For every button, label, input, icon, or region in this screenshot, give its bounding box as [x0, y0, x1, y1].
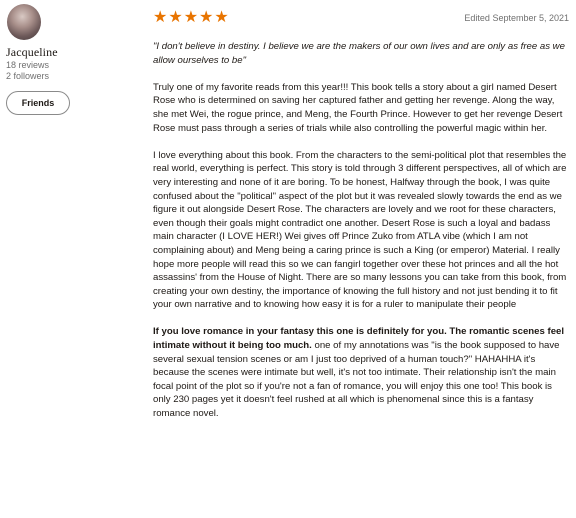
review-header: ★ ★ ★ ★ ★ Edited September 5, 2021: [153, 10, 569, 26]
star-icon: ★: [199, 9, 214, 26]
review-count: 18 reviews: [6, 60, 50, 70]
review-paragraph: Truly one of my favorite reads from this…: [153, 81, 563, 134]
star-icon: ★: [168, 9, 183, 26]
review-paragraph: I love everything about this book. From …: [153, 149, 567, 311]
friends-button[interactable]: Friends: [6, 91, 70, 115]
review-quote: "I don't believe in destiny. I believe w…: [153, 41, 565, 66]
review-paragraph-text: one of my annotations was "is the book s…: [153, 340, 560, 420]
avatar[interactable]: [7, 4, 41, 40]
star-rating: ★ ★ ★ ★ ★: [153, 10, 229, 26]
review-body: "I don't believe in destiny. I believe w…: [153, 40, 569, 421]
star-icon: ★: [214, 9, 229, 26]
reviewer-name[interactable]: Jacqueline: [6, 45, 136, 60]
star-icon: ★: [153, 9, 168, 26]
review-card: ★ ★ ★ ★ ★ Edited September 5, 2021 "I do…: [153, 10, 569, 434]
reviewer-sidebar: Jacqueline 18 reviews 2 followers Friend…: [6, 4, 136, 115]
review-paragraph: If you love romance in your fantasy this…: [153, 325, 569, 420]
follower-count: 2 followers: [6, 71, 50, 81]
star-icon: ★: [183, 9, 199, 26]
edited-date[interactable]: Edited September 5, 2021: [464, 13, 569, 23]
